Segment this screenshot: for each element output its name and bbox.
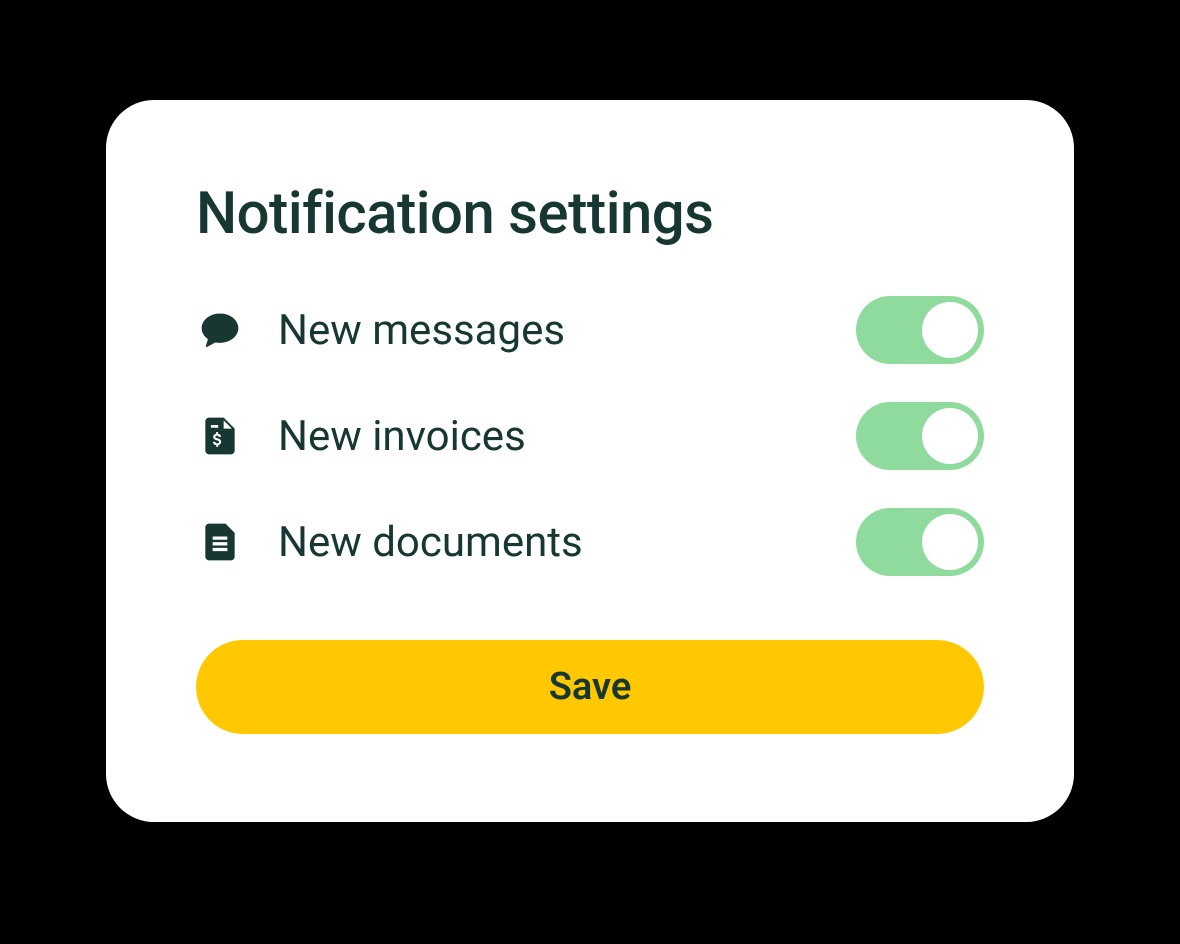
toggle-messages[interactable]: [856, 296, 984, 364]
setting-row-left: New invoices: [196, 412, 526, 461]
toggle-knob: [922, 514, 978, 570]
actions: Save: [196, 640, 984, 734]
save-button[interactable]: Save: [196, 640, 984, 734]
toggle-documents[interactable]: [856, 508, 984, 576]
setting-row-documents: New documents: [196, 508, 984, 576]
toggle-invoices[interactable]: [856, 402, 984, 470]
setting-row-messages: New messages: [196, 296, 984, 364]
invoice-icon: [196, 412, 244, 460]
setting-label: New messages: [278, 306, 565, 355]
setting-label: New documents: [278, 518, 583, 567]
page-title: Notification settings: [196, 180, 984, 248]
setting-label: New invoices: [278, 412, 526, 461]
message-icon: [196, 306, 244, 354]
setting-row-invoices: New invoices: [196, 402, 984, 470]
setting-row-left: New documents: [196, 518, 583, 567]
settings-card: Notification settings New messages New i…: [106, 100, 1074, 822]
toggle-knob: [922, 408, 978, 464]
document-icon: [196, 518, 244, 566]
toggle-knob: [922, 302, 978, 358]
setting-row-left: New messages: [196, 306, 565, 355]
